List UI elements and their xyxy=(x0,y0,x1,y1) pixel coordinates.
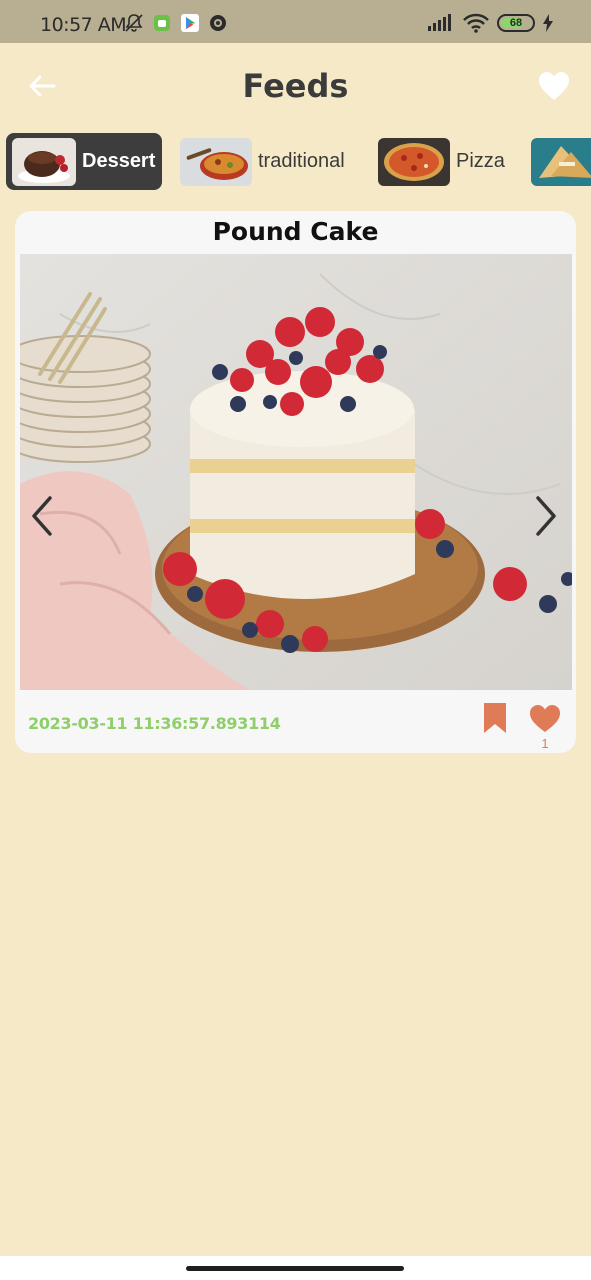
app-bar: Feeds xyxy=(0,43,591,129)
battery-icon: 68 xyxy=(497,14,535,32)
home-indicator[interactable] xyxy=(186,1266,404,1271)
charging-icon xyxy=(543,13,553,33)
next-image-button[interactable] xyxy=(530,494,560,538)
category-chip-4[interactable] xyxy=(525,133,591,190)
status-notification-icons xyxy=(124,13,228,33)
navigation-bar xyxy=(0,1256,591,1280)
post-timestamp: 2023-03-11 11:36:57.893114 xyxy=(28,714,281,733)
card-title: Pound Cake xyxy=(212,217,379,246)
category-thumbnail-pizza xyxy=(378,137,450,186)
category-chips: Dessert traditional Pizza xyxy=(0,132,591,192)
category-chip-dessert[interactable]: Dessert xyxy=(6,133,162,190)
app-icon xyxy=(208,13,228,33)
status-time: 10:57 AM xyxy=(40,14,127,36)
signal-icon xyxy=(427,13,455,33)
bookmark-button[interactable] xyxy=(481,701,509,735)
category-thumbnail-4 xyxy=(531,137,591,186)
category-thumbnail-dessert xyxy=(12,137,76,186)
category-label: traditional xyxy=(258,150,345,172)
category-chip-pizza[interactable]: Pizza xyxy=(372,133,518,190)
like-button[interactable] xyxy=(528,703,562,733)
android-icon xyxy=(152,13,172,33)
like-count: 1 xyxy=(541,736,549,751)
category-thumbnail-traditional xyxy=(180,137,252,186)
heart-icon xyxy=(539,72,569,100)
mute-icon xyxy=(124,13,144,33)
category-label: Dessert xyxy=(82,150,156,172)
category-chip-traditional[interactable]: traditional xyxy=(174,133,360,190)
recipe-image[interactable] xyxy=(20,254,572,690)
favorites-button[interactable] xyxy=(537,69,571,103)
previous-image-button[interactable] xyxy=(28,494,58,538)
bookmark-icon xyxy=(484,703,506,733)
heart-icon xyxy=(530,705,560,732)
feed-card[interactable]: Pound Cake 2023-03-11 11:36:57.893114 1 xyxy=(15,211,576,753)
battery-level: 68 xyxy=(509,17,523,29)
play-store-icon xyxy=(180,13,200,33)
wifi-icon xyxy=(463,13,489,33)
page-title: Feeds xyxy=(242,67,349,105)
chevron-right-icon xyxy=(536,496,556,536)
category-label: Pizza xyxy=(456,150,505,172)
chevron-left-icon xyxy=(32,496,52,536)
status-system-icons: 68 xyxy=(427,13,553,33)
status-bar: 10:57 AM 68 xyxy=(0,0,591,43)
